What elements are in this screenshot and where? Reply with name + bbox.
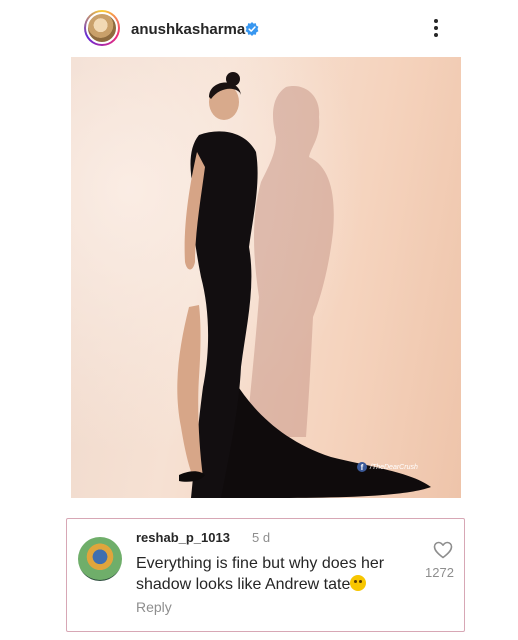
heart-icon[interactable] [433, 541, 453, 559]
comment-like-count: 1272 [425, 565, 454, 580]
post-username[interactable]: anushkasharma [131, 21, 245, 38]
watermark-text: /TheDearCrush [370, 463, 418, 471]
comment-timestamp: 5 d [252, 530, 271, 545]
comment-text: Everything is fine but why does her shad… [136, 553, 406, 595]
comment-body: Everything is fine but why does her shad… [136, 555, 385, 593]
comment-card: reshab_p_1013 5 d Everything is fine but… [66, 518, 465, 632]
reply-button[interactable]: Reply [136, 599, 172, 615]
thinking-face-emoji-icon [350, 575, 367, 591]
verified-badge-icon [245, 22, 259, 36]
profile-avatar[interactable] [84, 10, 120, 46]
post-photo[interactable]: f /TheDearCrush [71, 57, 461, 498]
comment-avatar[interactable] [78, 537, 122, 581]
post-header: anushkasharma [0, 0, 518, 56]
comment-username[interactable]: reshab_p_1013 [136, 530, 230, 545]
facebook-icon: f [357, 462, 367, 472]
more-options-icon[interactable] [426, 16, 446, 40]
avatar-photo [86, 12, 118, 44]
watermark: f /TheDearCrush [357, 462, 418, 472]
